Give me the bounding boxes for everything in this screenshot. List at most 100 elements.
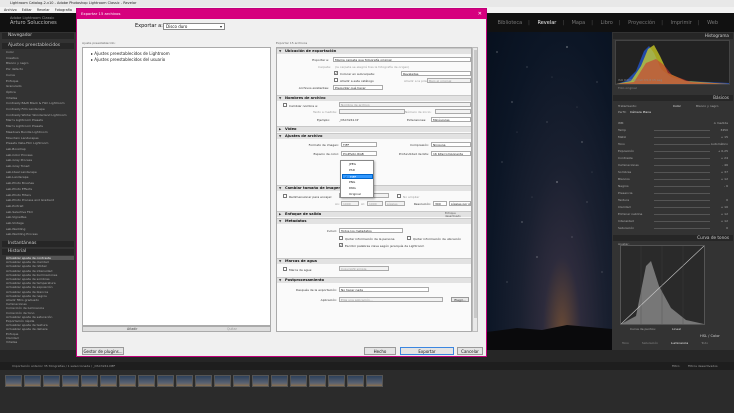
basic-header[interactable]: Básicos — [613, 95, 733, 101]
filmstrip-thumbnail[interactable] — [309, 375, 326, 387]
hsl-header[interactable]: HSL / Color — [700, 334, 720, 338]
preset-folder-item[interactable]: seb-Selective Film — [6, 210, 74, 214]
filmstrip-thumbnail[interactable] — [81, 375, 98, 387]
application-select[interactable]: Elija una aplicación... — [339, 297, 443, 302]
slider-track[interactable] — [654, 221, 710, 222]
slider-value[interactable]: 0 — [726, 226, 728, 230]
module-web[interactable]: Web — [707, 20, 718, 26]
slider-value[interactable]: 3450 — [720, 128, 728, 132]
section-naming[interactable]: ▼ Nombres de archivo — [277, 95, 471, 101]
slider-value[interactable]: + 12 — [721, 212, 728, 216]
preset-folder-item[interactable]: seb-Vintage — [6, 221, 74, 225]
preset-user[interactable]: ▸ Ajustes preestablecidos del usuario — [91, 57, 165, 62]
treatment-bw[interactable]: Blanco y negro — [696, 104, 718, 108]
preset-folder-item[interactable]: seb-Wedding Process — [6, 232, 74, 236]
filmstrip-thumbnail[interactable] — [328, 375, 345, 387]
slider-value[interactable]: 0 — [726, 198, 728, 202]
filmstrip-thumbnail[interactable] — [157, 375, 174, 387]
custom-text-input[interactable] — [339, 109, 405, 114]
filmstrip-thumbnail[interactable] — [366, 375, 383, 387]
slider-value[interactable]: - 46 — [722, 163, 728, 167]
preset-folder-item[interactable]: Blanco y negro — [6, 61, 74, 65]
preset-folder-item[interactable]: Mari's Lightroom Presets — [6, 118, 74, 122]
preset-lightroom[interactable]: ▸ Ajustes preestablecidos de Lightroom — [91, 51, 170, 56]
basic-slider-row[interactable]: Iluminaciones - 46 — [618, 163, 728, 167]
after-export-select[interactable]: No hacer nada — [339, 287, 429, 292]
format-option[interactable]: JPEG — [342, 162, 373, 167]
filmstrip-thumbnail[interactable] — [5, 375, 22, 387]
basic-slider-row[interactable]: Exposición + 0,25 — [618, 149, 728, 153]
basic-slider-row[interactable]: Saturación 0 — [618, 226, 728, 230]
location-export-select[interactable]: Misma carpeta que fotografía original — [333, 57, 471, 62]
basic-slider-row[interactable]: Temp 3450 — [618, 128, 728, 132]
preset-folder-item[interactable]: Meadows Bundle Lightroom — [6, 130, 74, 134]
basic-slider-row[interactable]: Eliminar neblina + 12 — [618, 212, 728, 216]
navigator-header[interactable]: Navegador — [2, 33, 74, 39]
done-button[interactable]: Hecho — [364, 347, 396, 355]
resolution-unit-select[interactable]: píxeles por pulgada — [449, 201, 471, 206]
preset-folder-item[interactable]: Mountain Landscapes — [6, 136, 74, 140]
filmstrip-thumbnail[interactable] — [233, 375, 250, 387]
export-to-select[interactable]: Disco duro ▾ — [163, 23, 225, 30]
preset-folder-item[interactable]: Creativo — [6, 56, 74, 60]
start-number-input[interactable] — [435, 109, 471, 114]
hsl-tab-hue[interactable]: Tono — [622, 341, 629, 345]
section-location[interactable]: ▼ Ubicación de exportación — [277, 48, 471, 54]
preset-folder-item[interactable]: Presets Valle-Film Lightroom — [6, 141, 74, 145]
basic-slider-row[interactable]: Blancos + 12 — [618, 177, 728, 181]
preset-folder-item[interactable]: seb-Landscape — [6, 175, 74, 179]
history-item[interactable]: Viñetas — [6, 340, 74, 344]
watermark-select[interactable]: Copyright simple — [339, 266, 389, 271]
stack-select[interactable]: Bajo el original — [427, 78, 471, 83]
slider-value[interactable]: + 12 — [721, 219, 728, 223]
basic-slider-row[interactable]: Negros - 6 — [618, 184, 728, 188]
preset-folder-item[interactable]: Color — [6, 50, 74, 54]
module-biblioteca[interactable]: Biblioteca — [497, 20, 522, 26]
resize-checkbox[interactable] — [283, 194, 287, 198]
slider-value[interactable]: Automático — [711, 142, 728, 146]
preset-folder-item[interactable]: seb-Photo Process and Gradient — [6, 198, 74, 202]
photo-preview[interactable] — [487, 32, 612, 350]
slider-track[interactable] — [654, 214, 710, 215]
choose-app-button[interactable]: Elegir... — [451, 297, 469, 302]
preset-folder-item[interactable]: seb-Gray Process — [6, 158, 74, 162]
extensions-select[interactable]: Minúsculas — [431, 117, 471, 122]
slider-value[interactable]: - 6 — [724, 184, 728, 188]
slider-value[interactable]: + 15 — [721, 135, 728, 139]
compression-select[interactable]: Ninguna — [431, 142, 471, 147]
filmstrip-thumbnail[interactable] — [43, 375, 60, 387]
slider-track[interactable] — [654, 172, 710, 173]
module-mapa[interactable]: Mapa — [572, 20, 586, 26]
rename-select[interactable]: Nombre de archivo — [339, 102, 471, 107]
histogram-header[interactable]: Histograma — [613, 33, 733, 39]
basic-slider-row[interactable]: Contraste + 24 — [618, 156, 728, 160]
export-button[interactable]: Exportar — [400, 347, 454, 355]
preset-folder-item[interactable]: Por defecto — [6, 67, 74, 71]
hsl-tab-lum[interactable]: Luminancia — [671, 341, 688, 345]
section-post-processing[interactable]: ▼ Postprocesamiento — [277, 277, 471, 283]
menu-editar[interactable]: Editar — [22, 8, 32, 12]
slider-track[interactable] — [654, 151, 710, 152]
tone-curve-graph[interactable] — [620, 245, 705, 325]
color-space-select[interactable]: ProPhoto RGB — [341, 151, 377, 156]
no-enlarge-checkbox[interactable] — [397, 194, 401, 198]
filmstrip-thumbnail[interactable] — [347, 375, 364, 387]
preset-folder-item[interactable]: seb-Gray Toned — [6, 164, 74, 168]
preset-folder-item[interactable]: Contrasty B&W Black & Film Lightroom — [6, 101, 74, 105]
slider-track[interactable] — [654, 137, 710, 138]
preset-folder-item[interactable]: Óptica — [6, 90, 74, 94]
slider-value[interactable]: + 10 — [721, 205, 728, 209]
filmstrip-thumbnail[interactable] — [290, 375, 307, 387]
preset-folder-item[interactable]: seb-Photo Filters — [6, 193, 74, 197]
preset-folder-item[interactable]: Contrasty Film Landscape — [6, 107, 74, 111]
wb-row[interactable]: WB: A medida — [618, 121, 728, 125]
menu-fotografia[interactable]: Fotografía — [55, 8, 72, 12]
filmstrip-thumbnail[interactable] — [176, 375, 193, 387]
slider-track[interactable] — [654, 165, 710, 166]
snapshots-header[interactable]: Instantáneas — [2, 241, 74, 247]
slider-track[interactable] — [654, 228, 710, 229]
bit-depth-select[interactable]: 16 bits/componente — [431, 151, 471, 156]
section-output-sharpening[interactable]: ▶ Enfoque de salida — [277, 211, 471, 217]
remove-preset-button[interactable]: Quitar — [227, 327, 237, 332]
preset-folder-item[interactable]: seb-Photo Brushes — [6, 181, 74, 185]
